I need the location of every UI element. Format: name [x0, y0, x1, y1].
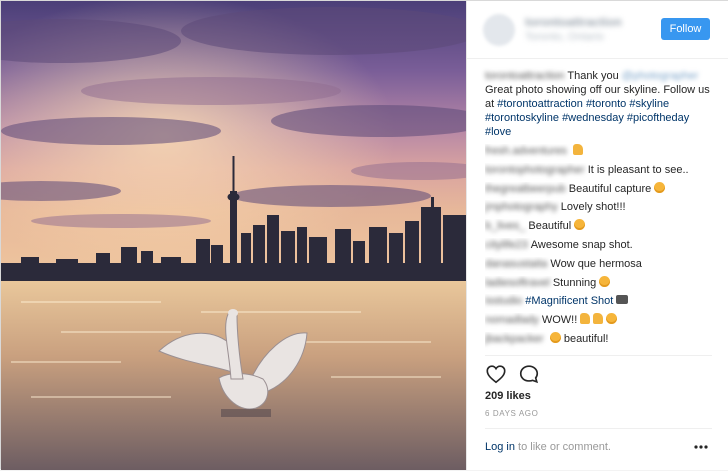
post-photo[interactable] [1, 1, 466, 470]
comment-username[interactable]: ladiesoftravel [485, 277, 550, 289]
comment-text: beautiful! [563, 332, 609, 345]
comment: nomadlady WOW!! [485, 313, 717, 332]
comment: citylife23 Awesome snap shot. [485, 238, 717, 257]
thumbs-up-icon [573, 144, 583, 155]
ok-hand-icon [593, 313, 604, 325]
ellipsis-icon[interactable] [694, 445, 708, 449]
comment-text: It is pleasant to see.. [587, 163, 689, 176]
heart-eyes-emoji-icon [574, 219, 586, 231]
hashtag-link[interactable]: #skyline [629, 98, 669, 110]
comment-username[interactable]: torontophotographer [485, 164, 585, 176]
comment-text: Lovely shot!!! [560, 201, 626, 214]
post-details-panel: torontoattraction Toronto, Ontario Follo… [466, 1, 728, 470]
caption-text-1: Thank you [567, 70, 619, 82]
comment-text: Awesome snap shot. [530, 238, 633, 251]
heart-eyes-emoji-icon [599, 275, 611, 287]
divider [485, 355, 712, 356]
avatar[interactable] [483, 14, 515, 46]
login-suffix: to like or comment. [518, 441, 611, 453]
comment-text: Stunning [552, 276, 597, 289]
comment-username[interactable]: nomadlady [485, 314, 539, 326]
hashtag-link[interactable]: #wednesday [562, 112, 624, 124]
comment: b_lives_ Beautiful [485, 219, 717, 238]
heart-eyes-emoji-icon [606, 313, 618, 325]
camera-icon [616, 295, 629, 305]
comment: ladiesoftravel Stunning [485, 275, 717, 295]
comment: danasustaita Wow que hermosa [485, 257, 717, 276]
comment-username[interactable]: b_lives_ [485, 220, 525, 232]
comment-text: Beautiful [528, 220, 572, 233]
comment-username[interactable]: danasustaita [485, 258, 547, 270]
comment-username[interactable]: jbackpacker [485, 333, 544, 345]
comment-username[interactable]: citylife23 [485, 239, 528, 251]
swan-skyline-photo [1, 1, 466, 470]
divider [485, 428, 712, 429]
comment-username[interactable]: thegreatbeerpub [485, 183, 566, 195]
hashtag-link[interactable]: #torontoattraction [497, 98, 583, 110]
thumbs-up-icon [580, 313, 591, 325]
heart-eyes-emoji-icon [549, 331, 561, 343]
comment: jbackpacker beautiful! [485, 331, 717, 351]
comment: thegreatbeerpub Beautiful capture [485, 181, 717, 201]
comment-username[interactable]: fresh.adventures [485, 145, 567, 157]
caption-username[interactable]: torontoattraction [485, 70, 565, 82]
post-location[interactable]: Toronto, Ontario [525, 31, 604, 43]
account-username[interactable]: torontoattraction [525, 15, 622, 29]
comment-text: WOW!! [541, 314, 578, 327]
comment: jmphotography Lovely shot!!! [485, 200, 717, 219]
hashtag-link[interactable]: #love [485, 126, 511, 138]
post-caption: torontoattraction Thank you @photographe… [485, 69, 717, 139]
post-header: torontoattraction Toronto, Ontario Follo… [467, 1, 728, 59]
comment-username[interactable]: jmphotography [485, 201, 558, 213]
comment-text: Wow que hermosa [550, 257, 642, 270]
hashtag-link[interactable]: #picoftheday [627, 112, 689, 124]
heart-eyes-emoji-icon [654, 181, 666, 193]
instagram-post-window: torontoattraction Toronto, Ontario Follo… [0, 0, 728, 470]
likes-count[interactable]: 209 likes [485, 390, 531, 402]
caption-mention[interactable]: @photographer [622, 70, 699, 82]
comment-username[interactable]: isstudio [485, 295, 522, 307]
comment: fresh.adventures [485, 144, 717, 163]
comment-bubble-icon[interactable] [518, 363, 540, 385]
comment-text: Beautiful capture [568, 182, 652, 195]
comment-text: #Magnificent Shot [525, 295, 614, 308]
login-prompt: Log in to like or comment. [485, 441, 611, 453]
follow-button[interactable]: Follow [661, 18, 710, 40]
post-timestamp[interactable]: 6 DAYS AGO [485, 409, 538, 418]
login-link[interactable]: Log in [485, 441, 515, 453]
comment: isstudio #Magnificent Shot [485, 294, 717, 313]
comments-list: torontoattraction Thank you @photographe… [485, 69, 717, 351]
comment: torontophotographer It is pleasant to see… [485, 163, 717, 182]
hashtag-link[interactable]: #toronto [586, 98, 626, 110]
heart-icon[interactable] [485, 363, 507, 385]
hashtag-link[interactable]: #torontoskyline [485, 112, 559, 124]
